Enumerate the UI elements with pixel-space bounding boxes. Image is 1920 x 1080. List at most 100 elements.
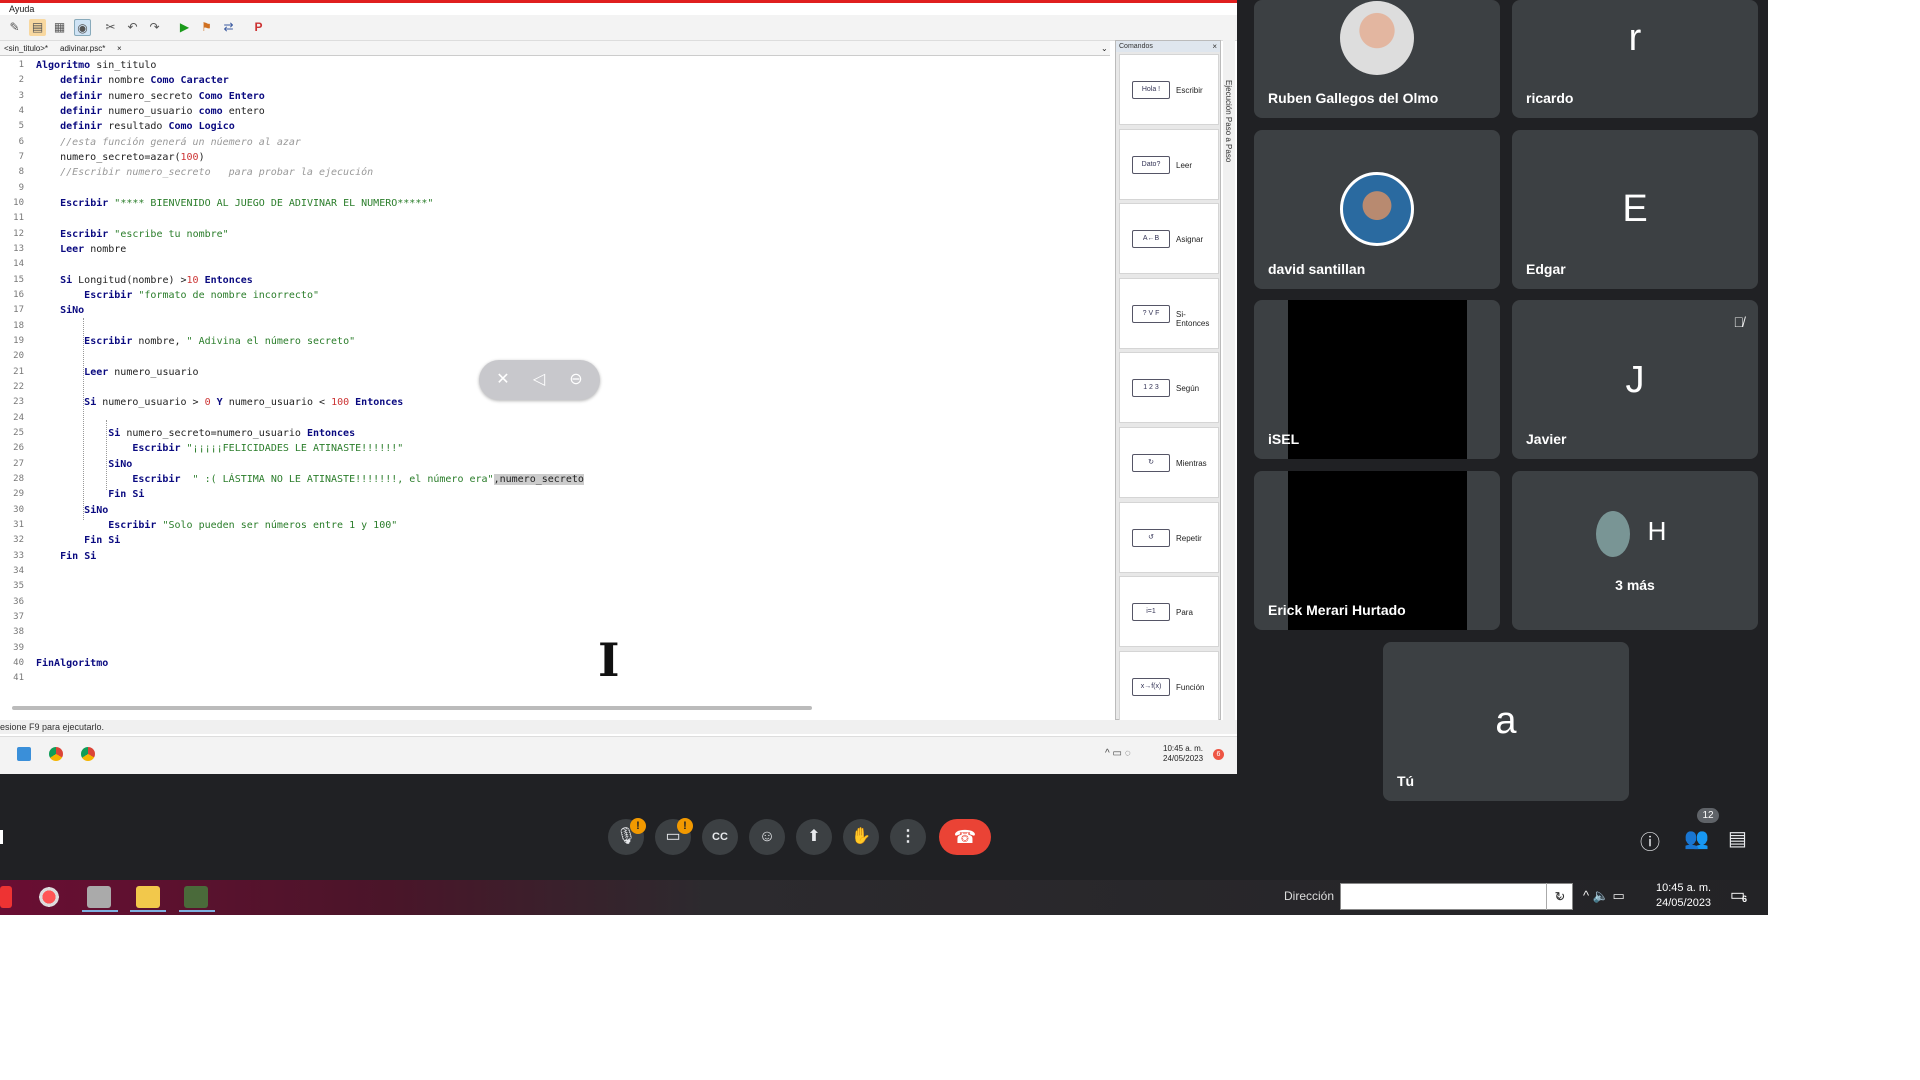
tool-icon[interactable]: ↶: [124, 19, 141, 36]
app-icon[interactable]: [0, 886, 12, 908]
command-8[interactable]: i=1 Para: [1119, 576, 1219, 648]
participant-name: Javier: [1526, 431, 1567, 447]
command-label: Escribir: [1176, 86, 1203, 95]
code-line[interactable]: Escribir "formato de nombre incorrecto": [36, 290, 319, 301]
code-line[interactable]: Fin Si: [36, 489, 144, 500]
tabs-dropdown-icon[interactable]: ⌄: [1101, 44, 1108, 53]
step-icon[interactable]: ⚑: [198, 19, 215, 36]
captions-button[interactable]: CC: [702, 819, 738, 855]
export-icon[interactable]: P: [250, 19, 267, 36]
system-clock[interactable]: 10:45 a. m. 24/05/2023: [1656, 881, 1711, 911]
clock-time: 10:45 a. m.: [1656, 882, 1712, 894]
code-line[interactable]: //Escribir numero_secreto para probar la…: [36, 167, 373, 178]
close-icon[interactable]: ×: [1212, 41, 1217, 52]
run-icon[interactable]: ▶: [176, 19, 193, 36]
present-button[interactable]: ⬆: [796, 819, 832, 855]
command-5[interactable]: 1 2 3 Según: [1119, 352, 1219, 424]
line-number: 23: [13, 397, 24, 407]
participant-tile[interactable]: david santillan: [1254, 130, 1500, 289]
horizontal-scrollbar[interactable]: [12, 706, 812, 710]
notifications-icon[interactable]: ▭ 6: [1730, 885, 1748, 905]
tab-sin-titulo[interactable]: <sin_titulo>*: [4, 44, 48, 53]
tool-icon[interactable]: ✂: [102, 19, 119, 36]
self-tile[interactable]: a Tú: [1383, 642, 1629, 801]
code-line[interactable]: numero_secreto=azar(100): [36, 152, 205, 163]
avatar: [1596, 511, 1630, 557]
info-button[interactable]: ⓘ: [1640, 826, 1660, 855]
command-6[interactable]: ↻ Mientras: [1119, 427, 1219, 498]
code-line[interactable]: Fin Si: [36, 535, 120, 546]
command-label: Asignar: [1176, 235, 1204, 245]
participant-tile[interactable]: r ricardo: [1512, 0, 1758, 118]
app-icon[interactable]: [184, 886, 208, 908]
code-line[interactable]: SiNo: [36, 459, 132, 470]
code-line[interactable]: definir nombre Como Caracter: [36, 75, 229, 86]
code-line[interactable]: SiNo: [36, 305, 84, 316]
code-line[interactable]: definir numero_usuario como entero: [36, 106, 265, 117]
mute-off-icon[interactable]: ◁: [528, 369, 550, 391]
code-line[interactable]: Escribir " :( LÁSTIMA NO LE ATINASTE!!!!…: [36, 474, 584, 485]
line-number: 22: [13, 382, 24, 392]
code-line[interactable]: SiNo: [36, 505, 108, 516]
code-line[interactable]: Fin Si: [36, 551, 96, 562]
tab-close-icon[interactable]: ×: [117, 44, 122, 53]
participant-tile[interactable]: E Edgar: [1512, 130, 1758, 289]
emoji-button[interactable]: ☺: [749, 819, 785, 855]
command-4[interactable]: ? V F Si-Entonces: [1119, 277, 1219, 349]
code-line[interactable]: Escribir "**** BIENVENIDO AL JUEGO DE AD…: [36, 198, 433, 209]
code-line[interactable]: //esta función generá un núemero al azar: [36, 137, 301, 148]
code-line[interactable]: Si Longitud(nombre) >10 Entonces: [36, 275, 253, 286]
chat-button[interactable]: ▤: [1728, 826, 1747, 851]
code-line[interactable]: Leer numero_usuario: [36, 367, 198, 378]
command-glyph-icon: ? V F: [1132, 304, 1170, 323]
app-icon[interactable]: [37, 886, 61, 908]
tool-icon[interactable]: ↷: [146, 19, 163, 36]
tab-adivinar[interactable]: adivinar.psc*: [60, 44, 105, 53]
participant-tile[interactable]: iSEL: [1254, 300, 1500, 459]
participant-tile[interactable]: 🎙̸ J Javier: [1512, 300, 1758, 459]
step-execution-strip[interactable]: Ejecución Paso a Paso: [1223, 40, 1235, 720]
tool-icon[interactable]: ◉: [74, 19, 91, 36]
hangup-button[interactable]: ☎: [939, 819, 991, 855]
menu-help[interactable]: Ayuda: [9, 4, 34, 14]
tool-icon[interactable]: ▤: [29, 19, 46, 36]
command-7[interactable]: ↺ Repetir: [1119, 501, 1219, 573]
more-options-button[interactable]: ⋮: [890, 819, 926, 855]
refresh-icon[interactable]: ↻: [1546, 883, 1573, 910]
code-line[interactable]: Si numero_usuario > 0 Y numero_usuario <…: [36, 397, 403, 408]
code-line[interactable]: definir numero_secreto Como Entero: [36, 91, 265, 102]
more-participants-tile[interactable]: H 3 más: [1512, 471, 1758, 630]
command-label: Según: [1176, 384, 1200, 394]
command-9[interactable]: x→f(x) Función: [1119, 650, 1219, 722]
command-2[interactable]: Dato? Leer: [1119, 128, 1219, 200]
participant-tile[interactable]: Ruben Gallegos del Olmo: [1254, 0, 1500, 118]
share-controls-pill: ✕ ◁ ⊖: [479, 360, 600, 400]
flowchart-icon[interactable]: ⇄: [220, 19, 237, 36]
file-explorer-icon[interactable]: [136, 886, 160, 908]
indent-guide: [83, 318, 84, 520]
code-line[interactable]: FinAlgoritmo: [36, 658, 108, 669]
raise-hand-button[interactable]: ✋: [843, 819, 879, 855]
app-icon[interactable]: [87, 886, 111, 908]
participant-tile[interactable]: Erick Merari Hurtado: [1254, 471, 1500, 630]
code-line[interactable]: Escribir "¡¡¡¡¡FELICIDADES LE ATINASTE!!…: [36, 443, 403, 454]
line-number: 41: [13, 673, 24, 683]
command-1[interactable]: Hola ! Escribir: [1119, 54, 1219, 125]
code-line[interactable]: definir resultado Como Logico: [36, 121, 235, 132]
line-number: 12: [13, 229, 24, 239]
line-number: 21: [13, 367, 24, 377]
code-line[interactable]: Escribir "Solo pueden ser números entre …: [36, 520, 397, 531]
tool-icon[interactable]: ✎: [6, 19, 23, 36]
tool-icon[interactable]: ▦: [51, 19, 68, 36]
code-line[interactable]: Algoritmo sin_titulo: [36, 60, 156, 71]
remove-icon[interactable]: ⊖: [565, 369, 587, 391]
command-3[interactable]: A←B Asignar: [1119, 203, 1219, 275]
pin-off-icon[interactable]: ✕: [492, 369, 514, 391]
notif-count: 6: [1742, 894, 1748, 904]
people-button[interactable]: 👥: [1684, 826, 1709, 851]
tray-icons[interactable]: ^ 🔈 ▭: [1583, 888, 1625, 904]
address-input[interactable]: ⌄: [1340, 883, 1573, 910]
line-number: 30: [13, 505, 24, 515]
code-line[interactable]: Leer nombre: [36, 244, 126, 255]
code-line[interactable]: Escribir "escribe tu nombre": [36, 229, 229, 240]
